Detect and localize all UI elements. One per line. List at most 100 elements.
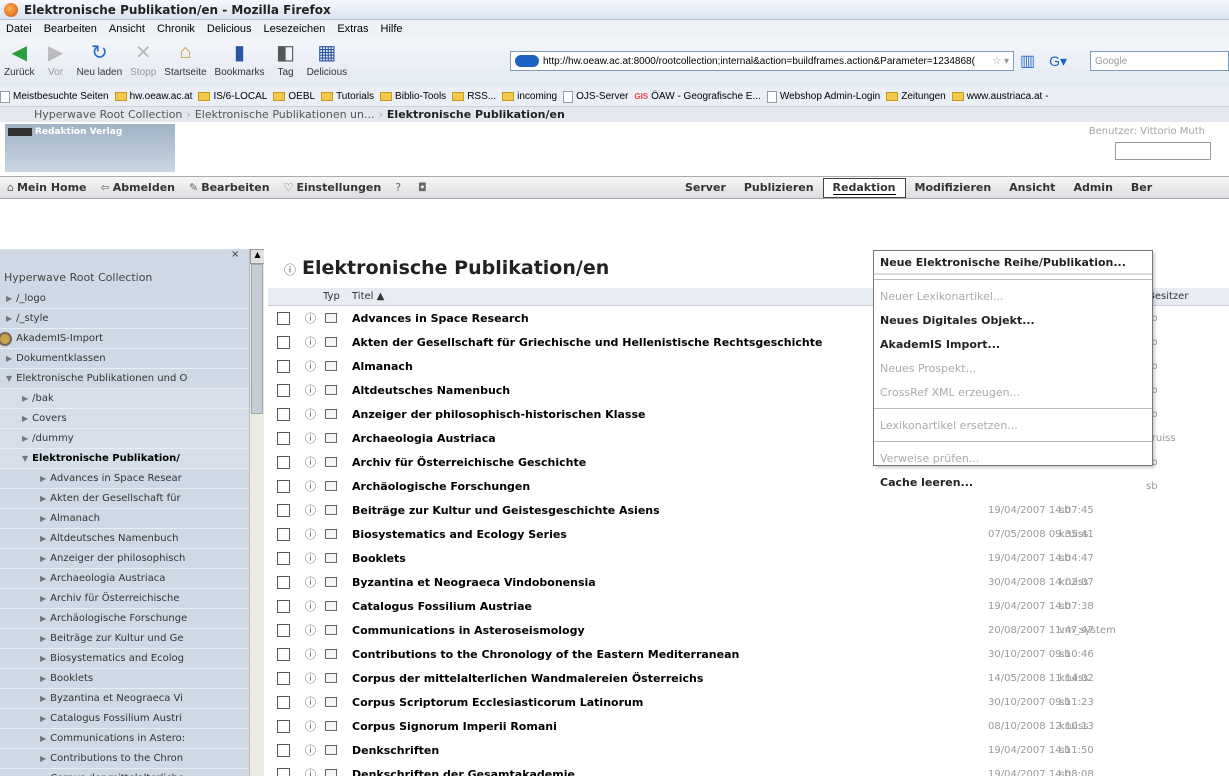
row-checkbox[interactable] bbox=[277, 503, 290, 517]
tree-item[interactable]: ▶ /bak bbox=[0, 389, 250, 409]
forward-button[interactable]: ▶ Vor bbox=[43, 39, 69, 79]
menu-bearbeiten[interactable]: Bearbeiten bbox=[38, 23, 103, 35]
bookmark-item[interactable]: incoming bbox=[502, 91, 557, 102]
menu-hilfe[interactable]: Hilfe bbox=[375, 23, 409, 35]
menu-modifizieren[interactable]: Modifizieren bbox=[906, 181, 1001, 194]
tree-item[interactable]: ▶ Beiträge zur Kultur und Ge bbox=[0, 629, 250, 649]
row-title[interactable]: Altdeutsches Namenbuch bbox=[352, 384, 510, 397]
stop-button[interactable]: ✕ Stopp bbox=[130, 39, 156, 79]
row-checkbox[interactable] bbox=[277, 623, 290, 637]
menu-ber[interactable]: Ber bbox=[1122, 181, 1161, 194]
tree-item[interactable]: ▶ Altdeutsches Namenbuch bbox=[0, 529, 250, 549]
bookmark-item[interactable]: OJS-Server bbox=[563, 90, 628, 103]
tree-item[interactable]: ▶ Akten der Gesellschaft für bbox=[0, 489, 250, 509]
info-icon[interactable]: ⓘ bbox=[305, 670, 316, 686]
row-title[interactable]: Denkschriften bbox=[352, 744, 439, 757]
tree-item[interactable]: ▶ /_logo bbox=[0, 289, 250, 309]
info-icon[interactable]: ⓘ bbox=[305, 598, 316, 614]
tree-item[interactable]: ▶Corpus der mittelalterliche bbox=[0, 769, 250, 776]
info-icon[interactable]: ⓘ bbox=[305, 406, 316, 422]
info-icon[interactable]: ⓘ bbox=[305, 742, 316, 758]
row-title[interactable]: Archiv für Österreichische Geschichte bbox=[352, 456, 586, 469]
info-icon[interactable]: ⓘ bbox=[305, 718, 316, 734]
row-checkbox[interactable] bbox=[277, 335, 290, 349]
info-icon[interactable]: ⓘ bbox=[305, 454, 316, 470]
tree-item[interactable]: ▶ Catalogus Fossilium Austri bbox=[0, 709, 250, 729]
help-button[interactable]: ? bbox=[388, 181, 411, 194]
bookmark-item[interactable]: OEBL bbox=[273, 91, 315, 102]
bookmark-item[interactable]: GIS ÖAW - Geografische E... bbox=[634, 91, 760, 102]
row-checkbox[interactable] bbox=[277, 719, 290, 733]
chevron-right-icon[interactable]: ▶ bbox=[40, 614, 46, 623]
search-engine-icon[interactable]: G▾ bbox=[1049, 53, 1067, 70]
info-icon[interactable]: ⓘ bbox=[305, 646, 316, 662]
row-title[interactable]: Almanach bbox=[352, 360, 413, 373]
tree-root[interactable]: Hyperwave Root Collection bbox=[4, 271, 152, 284]
chevron-down-icon[interactable]: ▼ bbox=[22, 454, 28, 463]
chevron-right-icon[interactable]: ▶ bbox=[40, 714, 46, 723]
tree-item[interactable]: ▶ /_style bbox=[0, 309, 250, 329]
menu-lesezeichen[interactable]: Lesezeichen bbox=[258, 23, 332, 35]
row-checkbox[interactable] bbox=[277, 527, 290, 541]
tree-item[interactable]: ▶ Archäologische Forschunge bbox=[0, 609, 250, 629]
dropdown-item[interactable]: Neue Elektronische Reihe/Publikation... bbox=[874, 251, 1152, 275]
dropdown-item[interactable]: Cache leeren... bbox=[874, 470, 1152, 494]
menu-datei[interactable]: Datei bbox=[0, 23, 38, 35]
info-icon[interactable]: ⓘ bbox=[305, 382, 316, 398]
row-title[interactable]: Corpus Scriptorum Ecclesiasticorum Latin… bbox=[352, 696, 643, 709]
row-title[interactable]: Beiträge zur Kultur und Geistesgeschicht… bbox=[352, 504, 660, 517]
tree-item[interactable]: ▼ Elektronische Publikation/ bbox=[0, 449, 250, 469]
url-bar[interactable]: http://hw.oeaw.ac.at:8000/rootcollection… bbox=[510, 51, 1014, 71]
row-checkbox[interactable] bbox=[277, 383, 290, 397]
menu-admin[interactable]: Admin bbox=[1064, 181, 1121, 194]
chevron-right-icon[interactable]: ▶ bbox=[40, 514, 46, 523]
row-title[interactable]: Communications in Asteroseismology bbox=[352, 624, 585, 637]
chevron-right-icon[interactable]: ▶ bbox=[40, 574, 46, 583]
chevron-right-icon[interactable]: ▶ bbox=[40, 554, 46, 563]
bookmark-item[interactable]: IS/6-LOCAL bbox=[198, 91, 267, 102]
tree-item[interactable]: ▶ Biosystematics and Ecolog bbox=[0, 649, 250, 669]
tree-item[interactable]: ▶ /dummy bbox=[0, 429, 250, 449]
chevron-right-icon[interactable]: ▶ bbox=[22, 434, 28, 443]
row-checkbox[interactable] bbox=[277, 767, 290, 776]
info-icon[interactable]: ⓘ bbox=[305, 766, 316, 776]
scroll-thumb[interactable] bbox=[251, 264, 263, 414]
chevron-right-icon[interactable]: ▶ bbox=[40, 674, 46, 683]
row-checkbox[interactable] bbox=[277, 359, 290, 373]
row-checkbox[interactable] bbox=[277, 743, 290, 757]
info-icon[interactable]: ⓘ bbox=[305, 694, 316, 710]
info-icon[interactable]: ⓘ bbox=[305, 526, 316, 542]
row-checkbox[interactable] bbox=[277, 479, 290, 493]
tree-item[interactable]: ▶ Almanach bbox=[0, 509, 250, 529]
back-button[interactable]: ◀ Zurück bbox=[4, 39, 35, 79]
row-title[interactable]: Corpus der mittelalterlichen Wandmalerei… bbox=[352, 672, 703, 685]
chevron-right-icon[interactable]: ▶ bbox=[40, 594, 46, 603]
bookmarks-button[interactable]: ▮ Bookmarks bbox=[215, 39, 265, 79]
tree-item[interactable]: ▶ Byzantina et Neograeca Vi bbox=[0, 689, 250, 709]
menu-delicious[interactable]: Delicious bbox=[201, 23, 258, 35]
einstellungen-button[interactable]: ♡ Einstellungen bbox=[277, 181, 389, 194]
row-checkbox[interactable] bbox=[277, 671, 290, 685]
row-checkbox[interactable] bbox=[277, 455, 290, 469]
home-button[interactable]: ⌂ Startseite bbox=[164, 39, 206, 79]
info-icon[interactable]: ⓘ bbox=[305, 478, 316, 494]
row-title[interactable]: Archäologische Forschungen bbox=[352, 480, 530, 493]
row-checkbox[interactable] bbox=[277, 407, 290, 421]
chevron-right-icon[interactable]: ▶ bbox=[40, 754, 46, 763]
chevron-right-icon[interactable]: ▶ bbox=[22, 394, 28, 403]
info-icon[interactable]: ⓘ bbox=[305, 358, 316, 374]
row-title[interactable]: Booklets bbox=[352, 552, 406, 565]
menu-chronik[interactable]: Chronik bbox=[151, 23, 201, 35]
bookmark-item[interactable]: Biblio-Tools bbox=[380, 91, 446, 102]
row-checkbox[interactable] bbox=[277, 695, 290, 709]
chevron-right-icon[interactable]: ▶ bbox=[6, 314, 12, 323]
row-title[interactable]: Akten der Gesellschaft für Griechische u… bbox=[352, 336, 822, 349]
chevron-right-icon[interactable]: ▶ bbox=[40, 634, 46, 643]
row-title[interactable]: Contributions to the Chronology of the E… bbox=[352, 648, 739, 661]
tree-item[interactable]: ▶ Advances in Space Resear bbox=[0, 469, 250, 489]
row-title[interactable]: Denkschriften der Gesamtakademie bbox=[352, 768, 575, 776]
dropdown-item[interactable]: Neues Digitales Objekt... bbox=[874, 308, 1152, 332]
menu-redaktion[interactable]: Redaktion bbox=[822, 177, 906, 198]
tree-item[interactable]: ▶AkademIS-Import bbox=[0, 329, 250, 349]
mein-home-button[interactable]: ⌂ Mein Home bbox=[0, 181, 94, 194]
